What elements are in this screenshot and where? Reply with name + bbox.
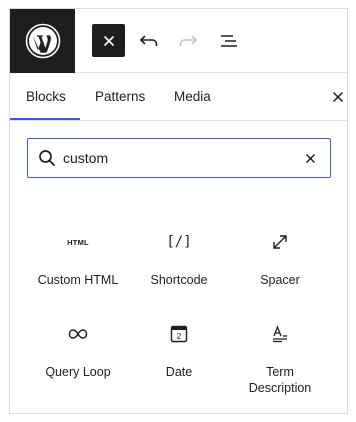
undo-icon <box>139 34 157 46</box>
close-panel-button[interactable] <box>328 87 347 107</box>
block-label: Term Description <box>248 365 312 395</box>
spacer-icon <box>273 235 287 249</box>
block-label: Date <box>165 365 193 379</box>
term-description-icon <box>273 325 287 343</box>
block-search <box>27 138 331 178</box>
block-label: Shortcode <box>150 273 208 287</box>
calendar-icon: 2 <box>170 325 188 343</box>
block-item-query-loop[interactable]: Query Loop <box>28 322 128 380</box>
shortcode-icon: [/] <box>166 234 192 250</box>
editor-toolbar <box>10 9 347 73</box>
search-icon <box>39 150 55 166</box>
calendar-day-text: 2 <box>177 332 182 341</box>
list-view-icon <box>220 34 237 47</box>
wordpress-logo-icon <box>25 23 60 59</box>
block-label: Query Loop <box>45 365 111 379</box>
tab-media[interactable]: Media <box>174 73 211 121</box>
block-item-date[interactable]: 2 Date <box>129 322 229 380</box>
block-item-term-description[interactable]: Term Description <box>230 322 330 396</box>
document-overview-button[interactable] <box>212 24 245 57</box>
close-icon <box>332 91 344 103</box>
close-inserter-button[interactable] <box>92 24 125 57</box>
redo-icon <box>179 34 197 46</box>
active-tab-indicator <box>10 118 80 120</box>
block-item-shortcode[interactable]: [/] Shortcode <box>129 230 229 288</box>
block-item-custom-html[interactable]: HTML Custom HTML <box>28 230 128 288</box>
redo-button[interactable] <box>171 24 204 57</box>
tab-patterns[interactable]: Patterns <box>95 73 145 121</box>
loop-icon <box>68 329 88 339</box>
inserter-panel: Blocks Patterns Media HTML Custom HTML <box>9 8 348 414</box>
undo-button[interactable] <box>132 24 165 57</box>
clear-search-button[interactable] <box>300 148 320 168</box>
search-input[interactable] <box>63 147 293 169</box>
inserter-tabs: Blocks Patterns Media <box>10 73 347 121</box>
tab-blocks[interactable]: Blocks <box>26 73 66 121</box>
block-label: Spacer <box>260 273 300 287</box>
html-icon: HTML <box>67 237 89 247</box>
wordpress-logo-button[interactable] <box>10 9 75 73</box>
block-label: Custom HTML <box>37 273 119 287</box>
close-icon <box>103 35 114 46</box>
block-item-spacer[interactable]: Spacer <box>230 230 330 288</box>
close-icon <box>305 153 315 163</box>
